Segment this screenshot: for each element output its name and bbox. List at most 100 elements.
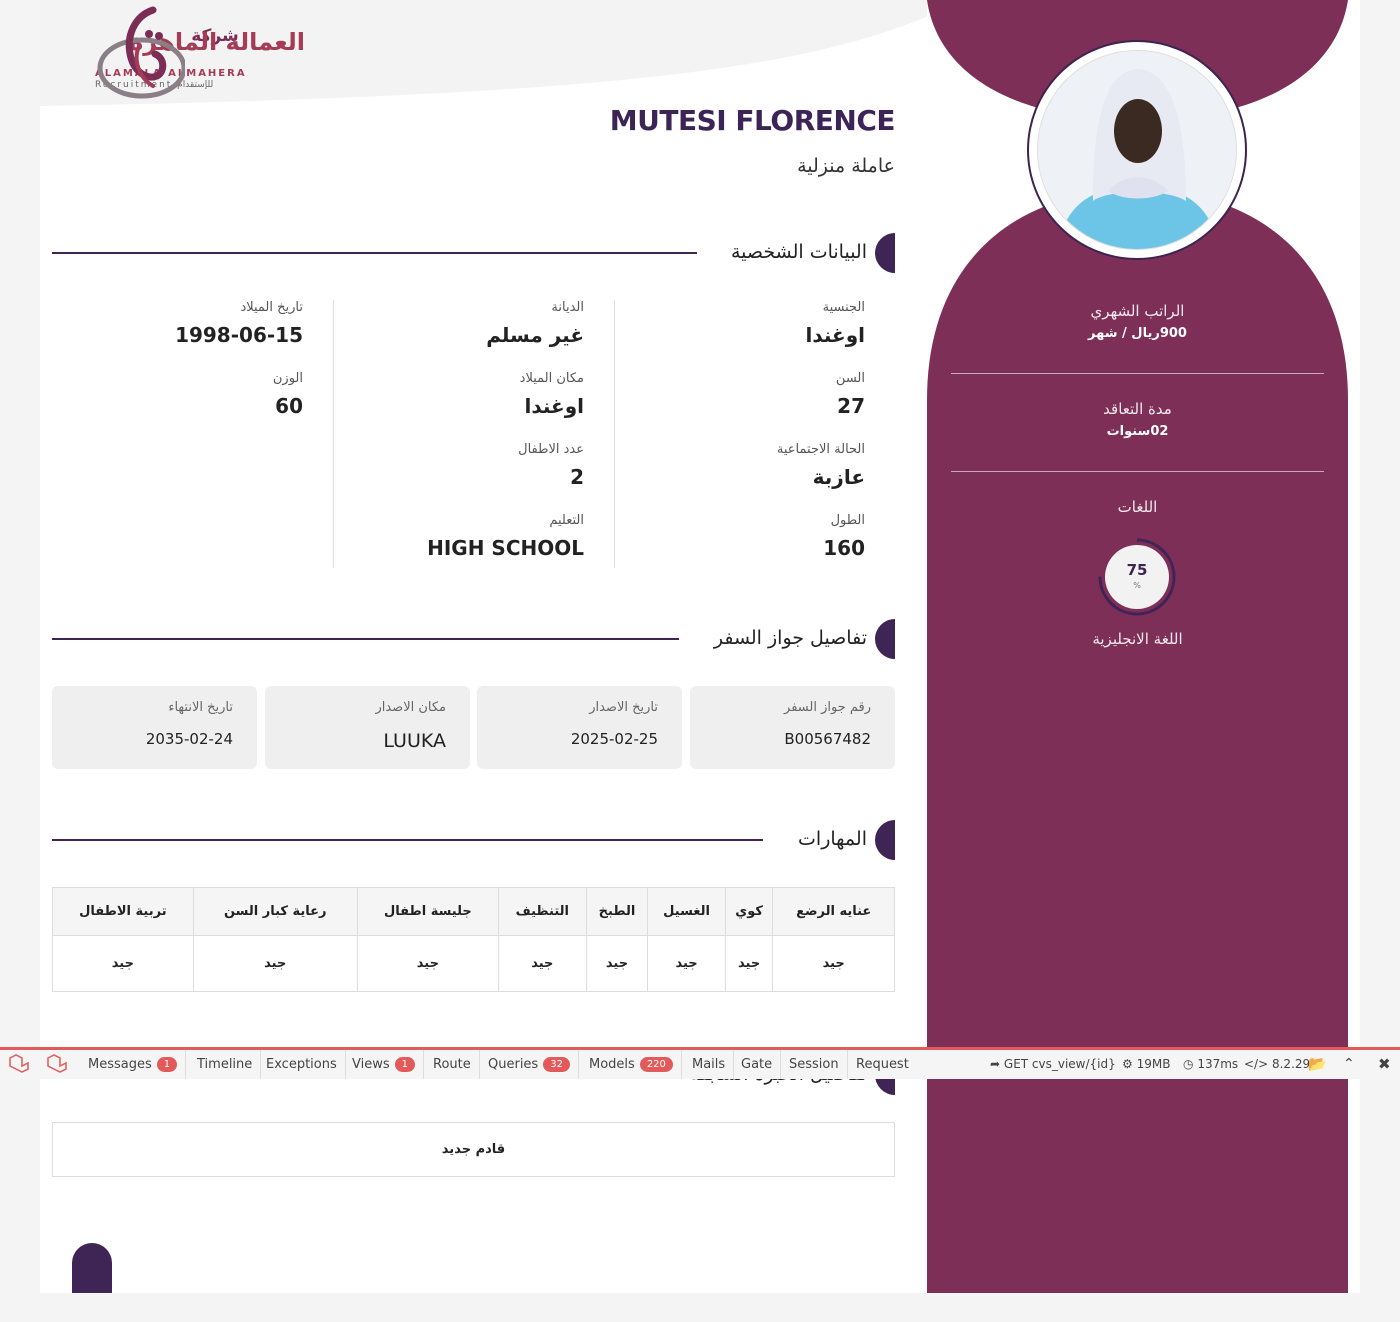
passport-number-card: رقم جواز السفر B00567482 — [690, 686, 895, 769]
tab-label: Route — [433, 1057, 471, 1072]
tab-label: Models — [589, 1057, 635, 1072]
field-label: تاريخ الميلاد — [240, 300, 303, 315]
chevron-up-icon[interactable]: ⌃ — [1343, 1050, 1355, 1079]
debug-tab-session[interactable]: Session — [781, 1050, 848, 1079]
company-logo[interactable]: شركة العمالة الماهرة ALAMALA ALMAHERA Re… — [95, 6, 375, 102]
laravel-logo-icon[interactable] — [46, 1054, 68, 1074]
card-label: تاريخ الاصدار — [589, 700, 658, 715]
field-birth-date: تاريخ الميلاد 1998-06-15 — [63, 300, 303, 347]
share-icon: ➦ — [990, 1057, 1001, 1071]
route-text: GET cvs_view/{id} — [1003, 1057, 1116, 1071]
field-label: عدد الاطفال — [518, 442, 584, 457]
person-avatar-icon — [1038, 51, 1236, 249]
field-label: الجنسية — [822, 300, 865, 315]
debug-tab-mails[interactable]: Mails — [684, 1050, 735, 1079]
passport-section-title: تفاصيل جواز السفر — [713, 627, 867, 649]
cogs-icon: ⚙ — [1122, 1057, 1133, 1071]
field-label: الطول — [830, 513, 865, 528]
skill-value: جيد — [356, 935, 499, 992]
code-icon: </> — [1244, 1057, 1269, 1071]
passport-issue-place-card: مكان الاصدار LUUKA — [265, 686, 470, 769]
skills-header-row: عنايه الرضع كوي الغسيل الطبخ التنظيف جلي… — [52, 887, 895, 936]
section-divider — [52, 638, 679, 640]
debug-tab-exceptions[interactable]: Exceptions — [258, 1050, 346, 1079]
language-gauge: 75 % — [1097, 537, 1177, 617]
debug-tab-models[interactable]: Models 220 — [581, 1050, 682, 1079]
languages-block: اللغات — [951, 498, 1324, 516]
card-label: تاريخ الانتهاء — [168, 700, 233, 715]
field-value: 160 — [823, 536, 865, 560]
debug-tab-gate[interactable]: Gate — [733, 1050, 782, 1079]
gauge-value: 75 — [1126, 561, 1148, 579]
tab-label: Timeline — [197, 1057, 253, 1072]
tab-badge: 220 — [639, 1057, 673, 1072]
field-value: غير مسلم — [486, 323, 584, 347]
field-value: 2 — [570, 465, 584, 489]
field-age: السن 27 — [625, 371, 865, 418]
field-value: 1998-06-15 — [175, 323, 303, 347]
card-value: LUUKA — [383, 730, 446, 752]
cv-page: شركة العمالة الماهرة ALAMALA ALMAHERA Re… — [40, 0, 1360, 1293]
skill-header: كوي — [724, 887, 774, 936]
passport-expiry-card: تاريخ الانتهاء 2035-02-24 — [52, 686, 257, 769]
info-column-2: الديانة غير مسلم مكان الميلاد اوغندا عدد… — [333, 300, 614, 568]
passport-section-header: تفاصيل جواز السفر — [52, 619, 895, 659]
skill-value: جيد — [497, 935, 587, 992]
sidebar-divider — [951, 471, 1324, 472]
field-marital-status: الحالة الاجتماعية عازبة — [625, 442, 865, 489]
section-tab-icon — [875, 619, 895, 659]
personal-info-grid: الجنسية اوغندا السن 27 الحالة الاجتماعية… — [52, 300, 895, 568]
skill-header: جليسة اطفال — [356, 887, 499, 936]
debug-tab-messages[interactable]: Messages 1 — [80, 1050, 187, 1079]
passport-issue-date-card: تاريخ الاصدار 2025-02-25 — [477, 686, 682, 769]
skill-value: جيد — [772, 935, 895, 992]
profile-photo-frame — [1027, 40, 1247, 260]
sidebar-divider — [951, 373, 1324, 374]
skill-header: رعاية كبار السن — [192, 887, 358, 936]
skill-value: جيد — [192, 935, 358, 992]
field-value: عازبة — [812, 465, 865, 489]
profile-photo[interactable] — [1037, 50, 1237, 250]
memory-text: 19MB — [1136, 1057, 1171, 1071]
field-label: الوزن — [272, 371, 303, 386]
debug-tab-views[interactable]: Views 1 — [344, 1050, 424, 1079]
tab-label: Queries — [488, 1057, 539, 1072]
tab-label: Session — [789, 1057, 839, 1072]
skills-table: عنايه الرضع كوي الغسيل الطبخ التنظيف جلي… — [52, 887, 895, 992]
section-tab-icon — [875, 233, 895, 273]
skill-header: الغسيل — [647, 887, 726, 936]
contract-block: مدة التعاقد 02سنوات — [951, 400, 1324, 439]
close-icon[interactable]: ✖ — [1378, 1050, 1391, 1079]
debug-tab-route[interactable]: Route — [425, 1050, 480, 1079]
card-value: 2025-02-25 — [570, 730, 658, 748]
field-value: 60 — [275, 394, 303, 418]
debug-tab-queries[interactable]: Queries 32 — [480, 1050, 579, 1079]
skill-value: جيد — [585, 935, 649, 992]
field-weight: الوزن 60 — [63, 371, 303, 418]
debug-route[interactable]: ➦ GET cvs_view/{id} — [990, 1050, 1116, 1079]
card-value: B00567482 — [784, 730, 871, 748]
candidate-role: عاملة منزلية — [797, 155, 895, 177]
field-children: عدد الاطفال 2 — [344, 442, 584, 489]
sidebar: الراتب الشهري 900ريال / شهر مدة التعاقد … — [927, 0, 1348, 1293]
tab-label: Mails — [692, 1057, 726, 1072]
skill-header: الطبخ — [585, 887, 649, 936]
debug-tab-request[interactable]: Request — [848, 1050, 917, 1079]
skill-header: عنايه الرضع — [772, 887, 895, 936]
laravel-logo-icon[interactable] — [8, 1054, 30, 1074]
tab-label: Request — [856, 1057, 909, 1072]
field-religion: الديانة غير مسلم — [344, 300, 584, 347]
candidate-name: MUTESI FLORENCE — [609, 104, 896, 137]
tab-label: Views — [352, 1057, 390, 1072]
section-divider — [52, 839, 763, 841]
field-label: الديانة — [551, 300, 584, 315]
contract-value: 02سنوات — [1106, 424, 1169, 439]
tab-label: Messages — [88, 1057, 152, 1072]
floating-action-button[interactable] — [72, 1243, 112, 1293]
debug-tab-timeline[interactable]: Timeline — [189, 1050, 262, 1079]
debug-memory: ⚙ 19MB — [1122, 1050, 1170, 1079]
salary-block: الراتب الشهري 900ريال / شهر — [951, 302, 1324, 341]
field-value: HIGH SCHOOL — [427, 536, 584, 560]
folder-open-icon[interactable]: 📂 — [1308, 1050, 1327, 1079]
tab-badge: 1 — [394, 1057, 415, 1072]
